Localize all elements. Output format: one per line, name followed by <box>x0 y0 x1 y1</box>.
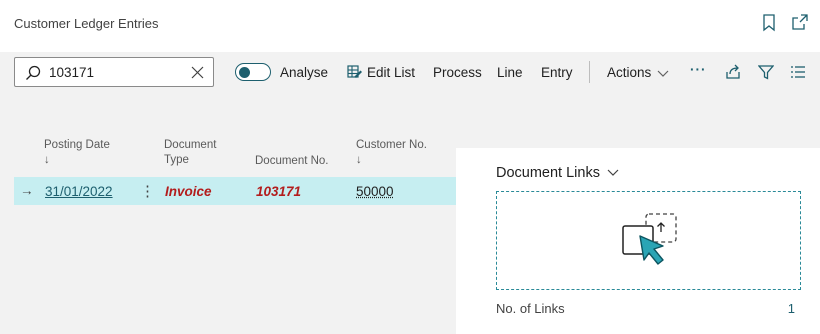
row-arrow-icon: → <box>20 183 34 198</box>
column-header-label: Posting Date <box>44 139 110 151</box>
factbox-title[interactable]: Document Links <box>496 165 619 181</box>
share-icon[interactable] <box>725 64 741 83</box>
column-header-label: Type <box>164 154 189 166</box>
edit-list-button[interactable]: Edit List <box>367 65 415 80</box>
column-header-document-type[interactable]: Document Type <box>164 138 216 168</box>
entry-menu[interactable]: Entry <box>541 65 573 80</box>
document-no-cell: 103171 <box>256 184 302 199</box>
column-header-posting-date[interactable]: Posting Date ↓ <box>44 138 110 168</box>
header-icons <box>762 14 808 32</box>
search-icon <box>25 65 41 84</box>
page-title: Customer Ledger Entries <box>14 16 159 31</box>
more-options-button[interactable]: ··· <box>690 62 707 77</box>
number-of-links-value[interactable]: 1 <box>788 301 795 316</box>
chevron-down-icon[interactable] <box>657 66 669 81</box>
upload-link-icon <box>619 212 679 277</box>
list-view-icon[interactable] <box>790 65 806 82</box>
document-links-factbox: Document Links No. of Links 1 <box>456 148 820 334</box>
analyse-toggle[interactable] <box>235 63 271 81</box>
number-of-links-label: No. of Links <box>496 301 565 316</box>
line-menu[interactable]: Line <box>497 65 523 80</box>
table-row[interactable]: → 31/01/2022 ⋮ Invoice 103171 50000 <box>14 177 456 205</box>
action-bar: Analyse Edit List Process Line Entry Act… <box>0 52 820 92</box>
customer-no-link[interactable]: 50000 <box>356 184 394 199</box>
search-box[interactable] <box>14 57 214 87</box>
chevron-down-icon[interactable] <box>607 165 619 181</box>
file-drop-zone[interactable] <box>496 191 801 290</box>
page-header: Customer Ledger Entries <box>0 0 820 52</box>
filter-icon[interactable] <box>757 64 775 83</box>
document-type-cell: Invoice <box>165 184 212 199</box>
edit-list-icon <box>347 64 363 83</box>
open-in-new-window-icon[interactable] <box>792 14 808 32</box>
row-menu-icon[interactable]: ⋮ <box>140 182 155 200</box>
column-header-customer-no[interactable]: Customer No. ↓ <box>356 138 427 168</box>
actionbar-divider <box>589 61 590 83</box>
sort-arrow-icon: ↓ <box>356 154 362 166</box>
actions-menu[interactable]: Actions <box>607 65 651 80</box>
column-header-document-no[interactable]: Document No. <box>255 154 329 169</box>
clear-search-icon[interactable] <box>191 66 204 82</box>
column-header-label: Document <box>164 139 217 151</box>
factbox-title-label: Document Links <box>496 165 600 181</box>
process-menu[interactable]: Process <box>433 65 482 80</box>
search-input[interactable] <box>49 63 189 82</box>
column-header-label: Customer No. <box>356 139 427 151</box>
sort-arrow-icon: ↓ <box>44 154 50 166</box>
posting-date-link[interactable]: 31/01/2022 <box>45 184 113 199</box>
bookmark-icon[interactable] <box>762 14 778 32</box>
analyse-label[interactable]: Analyse <box>280 65 328 80</box>
